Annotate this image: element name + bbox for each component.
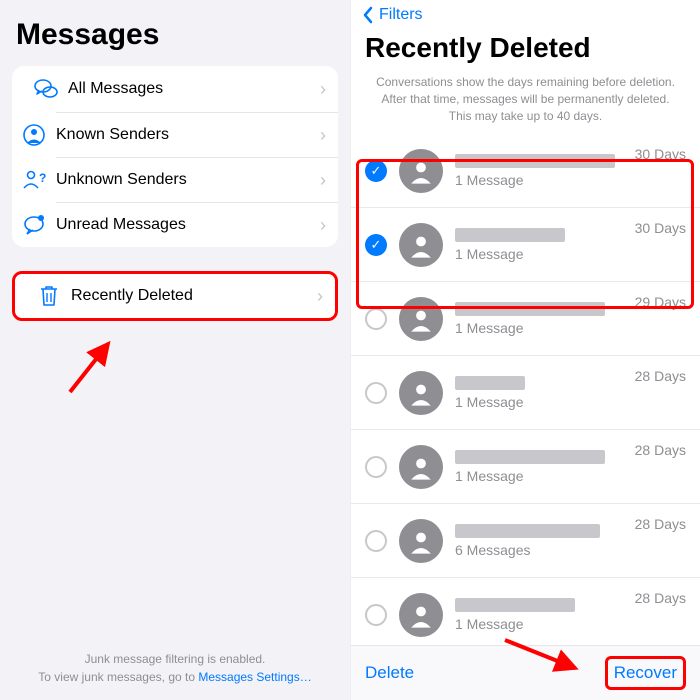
- chevron-right-icon: ›: [320, 170, 326, 191]
- message-count: 1 Message: [455, 468, 686, 484]
- annotation-arrow-icon: [60, 332, 130, 402]
- redacted-name: [455, 302, 605, 316]
- filter-label: Recently Deleted: [71, 287, 317, 305]
- footer-text: Junk message filtering is enabled. To vi…: [0, 650, 350, 686]
- conversation-row[interactable]: 1 Message 28 Days: [351, 578, 700, 645]
- deleted-conversations-list: ✓ 1 Message 30 Days ✓ 1 Message 30 Days 1 Mess…: [351, 134, 700, 645]
- checkbox-selected-icon[interactable]: ✓: [365, 234, 387, 256]
- messages-filter-panel: Messages All Messages›Known Senders›?Unk…: [0, 0, 350, 700]
- checkbox-unselected-icon[interactable]: [365, 604, 387, 626]
- chevron-left-icon: [361, 6, 375, 24]
- days-remaining: 29 Days: [635, 294, 686, 310]
- conversation-row[interactable]: ✓ 1 Message 30 Days: [351, 134, 700, 208]
- days-remaining: 30 Days: [635, 220, 686, 236]
- page-title: Messages: [8, 0, 342, 66]
- avatar-icon: [399, 371, 443, 415]
- filter-label: Unread Messages: [56, 216, 320, 234]
- redacted-name: [455, 450, 605, 464]
- days-remaining: 28 Days: [635, 516, 686, 532]
- chat-dot-icon: [12, 213, 56, 237]
- back-label: Filters: [379, 6, 423, 24]
- redacted-name: [455, 524, 600, 538]
- page-title: Recently Deleted: [351, 30, 700, 70]
- filter-row-unread-messages[interactable]: Unread Messages›: [56, 202, 338, 247]
- avatar-icon: [399, 223, 443, 267]
- bottom-toolbar: Delete Recover: [351, 645, 700, 700]
- chevron-right-icon: ›: [320, 125, 326, 146]
- redacted-name: [455, 154, 615, 168]
- filter-label: Unknown Senders: [56, 171, 320, 189]
- chevron-right-icon: ›: [320, 79, 326, 100]
- message-count: 1 Message: [455, 246, 686, 262]
- redacted-name: [455, 376, 525, 390]
- filter-group-main: All Messages›Known Senders›?Unknown Send…: [12, 66, 338, 247]
- conversation-row[interactable]: 1 Message 28 Days: [351, 430, 700, 504]
- filter-label: Known Senders: [56, 126, 320, 144]
- checkbox-unselected-icon[interactable]: [365, 382, 387, 404]
- messages-settings-link[interactable]: Messages Settings…: [198, 670, 311, 684]
- checkbox-unselected-icon[interactable]: [365, 456, 387, 478]
- filter-row-all-messages[interactable]: All Messages›: [12, 66, 338, 112]
- checkbox-unselected-icon[interactable]: [365, 530, 387, 552]
- message-count: 6 Messages: [455, 542, 686, 558]
- delete-button[interactable]: Delete: [365, 663, 414, 683]
- checkbox-selected-icon[interactable]: ✓: [365, 160, 387, 182]
- message-count: 1 Message: [455, 394, 686, 410]
- svg-text:?: ?: [39, 171, 46, 185]
- avatar-icon: [399, 445, 443, 489]
- person-question-icon: ?: [12, 168, 56, 192]
- person-circle-icon: [12, 123, 56, 147]
- back-button[interactable]: Filters: [351, 0, 700, 30]
- message-count: 1 Message: [455, 320, 686, 336]
- conversation-row[interactable]: 1 Message 28 Days: [351, 356, 700, 430]
- days-remaining: 30 Days: [635, 146, 686, 162]
- info-subtitle: Conversations show the days remaining be…: [351, 70, 700, 134]
- days-remaining: 28 Days: [635, 590, 686, 606]
- trash-icon: [27, 284, 71, 308]
- days-remaining: 28 Days: [635, 442, 686, 458]
- filter-row-recently-deleted[interactable]: Recently Deleted›: [15, 274, 335, 318]
- recover-button[interactable]: Recover: [605, 656, 686, 690]
- redacted-name: [455, 228, 565, 242]
- avatar-icon: [399, 297, 443, 341]
- filter-group-deleted: Recently Deleted›: [12, 271, 338, 321]
- conversation-row[interactable]: ✓ 1 Message 30 Days: [351, 208, 700, 282]
- filter-row-known-senders[interactable]: Known Senders›: [56, 112, 338, 157]
- chevron-right-icon: ›: [320, 215, 326, 236]
- days-remaining: 28 Days: [635, 368, 686, 384]
- recently-deleted-panel: Filters Recently Deleted Conversations s…: [350, 0, 700, 700]
- checkbox-unselected-icon[interactable]: [365, 308, 387, 330]
- footer-line2: To view junk messages, go to Messages Se…: [0, 668, 350, 686]
- chat-bubbles-icon: [24, 76, 68, 102]
- filter-row-unknown-senders[interactable]: ?Unknown Senders›: [56, 157, 338, 202]
- conversation-row[interactable]: 1 Message 29 Days: [351, 282, 700, 356]
- footer-line1: Junk message filtering is enabled.: [0, 650, 350, 668]
- avatar-icon: [399, 149, 443, 193]
- avatar-icon: [399, 519, 443, 563]
- conversation-row[interactable]: 6 Messages 28 Days: [351, 504, 700, 578]
- redacted-name: [455, 598, 575, 612]
- message-count: 1 Message: [455, 172, 686, 188]
- filter-label: All Messages: [68, 80, 320, 98]
- avatar-icon: [399, 593, 443, 637]
- chevron-right-icon: ›: [317, 286, 323, 307]
- message-count: 1 Message: [455, 616, 686, 632]
